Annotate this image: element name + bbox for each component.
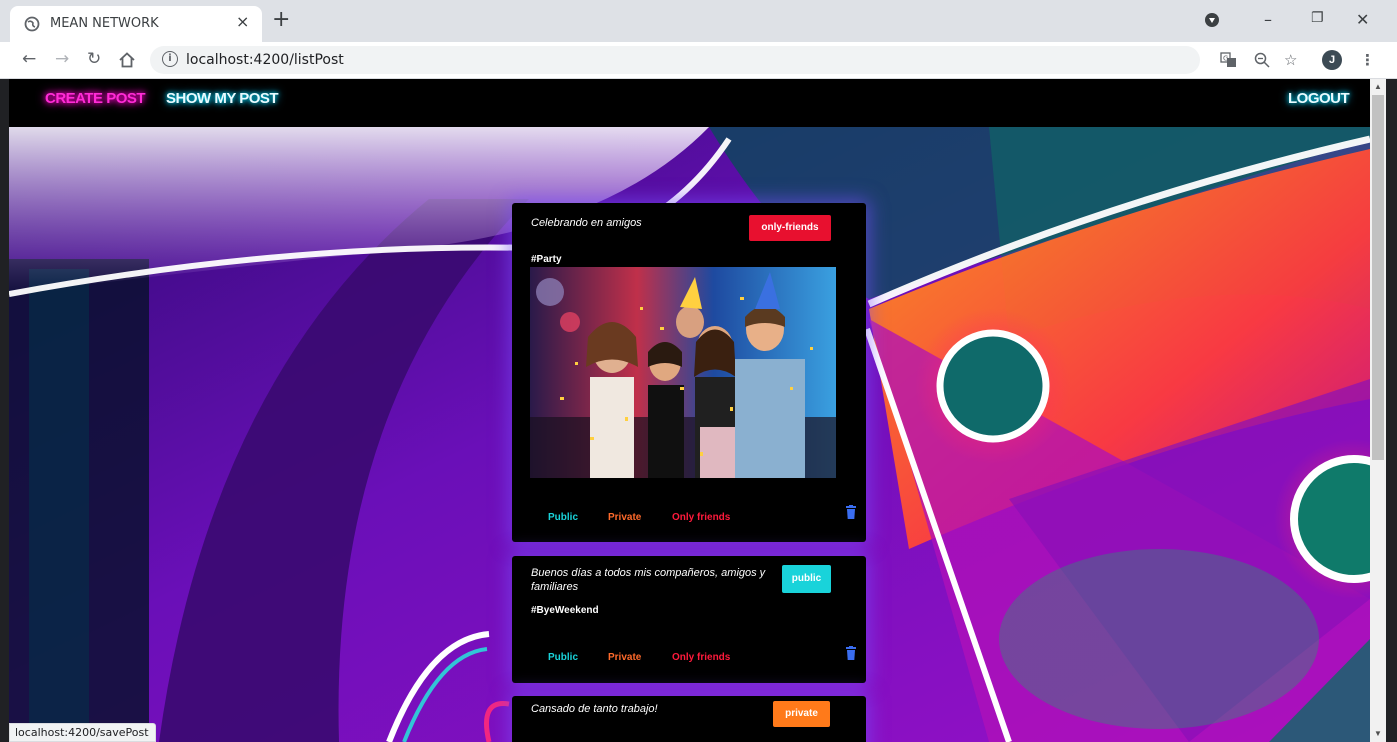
scroll-up-icon[interactable]: ▲ xyxy=(1374,82,1382,91)
top-navbar: CREATE POST SHOW MY POST LOGOUT xyxy=(9,79,1370,127)
minimize-icon[interactable]: – xyxy=(1264,10,1272,29)
status-bar-url: localhost:4200/savePost xyxy=(9,723,156,742)
set-public-option[interactable]: Public xyxy=(548,512,578,523)
visibility-badge: only-friends xyxy=(749,215,831,241)
svg-text:G: G xyxy=(1223,55,1228,63)
address-bar[interactable]: i localhost:4200/listPost xyxy=(150,46,1200,74)
visibility-badge: private xyxy=(773,701,830,727)
set-only-friends-option[interactable]: Only friends xyxy=(672,512,730,523)
post-hashtag: #ByeWeekend xyxy=(531,605,599,616)
scroll-down-icon[interactable]: ▼ xyxy=(1374,729,1382,738)
post-image xyxy=(530,267,836,478)
url-text: localhost:4200/listPost xyxy=(186,52,344,68)
star-icon[interactable]: ☆ xyxy=(1284,51,1297,69)
page-scrollbar[interactable]: ▲ ▼ xyxy=(1370,79,1386,742)
extension-icon[interactable] xyxy=(1204,12,1220,28)
tab-title: MEAN NETWORK xyxy=(50,16,159,31)
restore-icon[interactable]: ❐ xyxy=(1311,10,1324,26)
globe-icon xyxy=(24,16,40,32)
logout-link[interactable]: LOGOUT xyxy=(1288,90,1350,107)
post-text: Buenos días a todos mis compañeros, amig… xyxy=(531,567,766,593)
scroll-thumb[interactable] xyxy=(1372,95,1384,460)
create-post-link[interactable]: CREATE POST xyxy=(45,90,146,107)
post-card: Buenos días a todos mis compañeros, amig… xyxy=(512,556,866,683)
tab-bar: MEAN NETWORK × + – ❐ ✕ xyxy=(0,0,1397,42)
post-card: Cansado de tanto trabajo! private xyxy=(512,696,866,742)
browser-tab[interactable]: MEAN NETWORK × xyxy=(10,6,262,42)
window-close-icon[interactable]: ✕ xyxy=(1356,10,1369,29)
translate-icon[interactable]: G xyxy=(1220,52,1237,68)
set-private-option[interactable]: Private xyxy=(608,652,641,663)
menu-icon[interactable]: ⋮ xyxy=(1360,51,1375,69)
page-viewport: CREATE POST SHOW MY POST LOGOUT Celebran… xyxy=(9,79,1370,742)
window-edge xyxy=(1386,79,1397,742)
zoom-icon[interactable] xyxy=(1254,52,1270,68)
avatar[interactable]: J xyxy=(1322,50,1342,70)
post-text: Cansado de tanto trabajo! xyxy=(531,703,658,715)
info-icon[interactable]: i xyxy=(162,51,178,67)
home-icon[interactable] xyxy=(118,51,136,69)
post-hashtag: #Party xyxy=(531,254,562,265)
set-only-friends-option[interactable]: Only friends xyxy=(672,652,730,663)
set-public-option[interactable]: Public xyxy=(548,652,578,663)
back-arrow-icon[interactable]: ← xyxy=(22,50,36,68)
visibility-badge: public xyxy=(782,565,831,593)
trash-icon[interactable] xyxy=(846,646,856,660)
show-my-post-link[interactable]: SHOW MY POST xyxy=(166,90,279,107)
post-text: Celebrando en amigos xyxy=(531,217,642,229)
reload-icon[interactable]: ↻ xyxy=(87,50,101,68)
set-private-option[interactable]: Private xyxy=(608,512,641,523)
post-card: Celebrando en amigos only-friends #Party xyxy=(512,203,866,542)
browser-toolbar: ← → ↻ i localhost:4200/listPost G ☆ J ⋮ xyxy=(0,42,1397,79)
forward-arrow-icon[interactable]: → xyxy=(55,50,69,68)
new-tab-button[interactable]: + xyxy=(272,9,290,31)
tab-close-icon[interactable]: × xyxy=(236,12,249,31)
trash-icon[interactable] xyxy=(846,505,856,519)
